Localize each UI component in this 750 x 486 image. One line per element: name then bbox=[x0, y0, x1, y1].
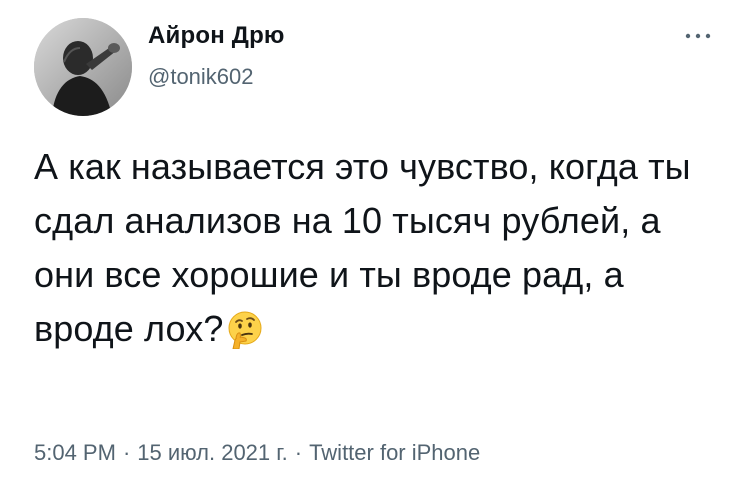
tweet-source-link[interactable]: Twitter for iPhone bbox=[309, 440, 480, 465]
tweet-time[interactable]: 5:04 PM bbox=[34, 440, 116, 465]
tweet-meta: 5:04 PM · 15 июл. 2021 г. · Twitter for iPho… bbox=[34, 440, 480, 466]
tweet-text-body: А как называется это чувство, когда ты с… bbox=[34, 146, 691, 349]
tweet-date[interactable]: 15 июл. 2021 г. bbox=[137, 440, 287, 465]
more-horizontal-icon[interactable] bbox=[680, 26, 716, 46]
author-handle[interactable]: @tonik602 bbox=[148, 64, 254, 90]
author-name[interactable]: Айрон Дрю bbox=[148, 22, 285, 50]
thinking-face-emoji-icon bbox=[228, 311, 262, 349]
meta-separator: · bbox=[122, 440, 131, 465]
meta-separator: · bbox=[294, 440, 303, 465]
tweet-text: А как называется это чувство, когда ты с… bbox=[34, 140, 724, 356]
avatar[interactable] bbox=[34, 18, 132, 116]
tweet-card: Айрон Дрю @tonik602 А как называется это… bbox=[0, 0, 750, 486]
